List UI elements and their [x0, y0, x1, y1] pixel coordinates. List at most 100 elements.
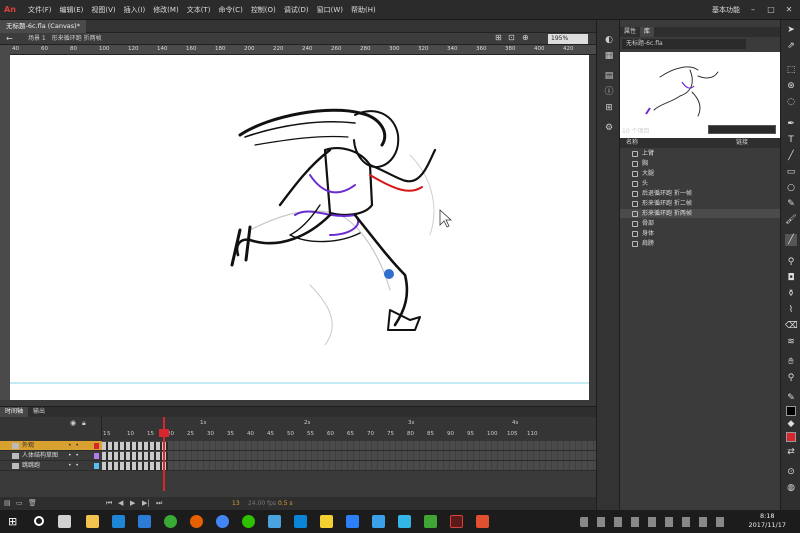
library-item[interactable]: 头 [620, 179, 780, 188]
prev-frame-icon[interactable]: ◀ [118, 499, 123, 507]
eye-icon[interactable]: ◉ [70, 419, 76, 427]
library-item[interactable]: 形来循环跑 折两帧 [620, 209, 780, 218]
stage-vertical-scrollbar[interactable] [589, 55, 596, 400]
next-frame-icon[interactable]: ▶| [142, 499, 150, 507]
layer-visibility-toggle[interactable]: • • [68, 451, 79, 461]
bone-tool-icon[interactable]: ⚲ [785, 256, 797, 268]
layer-row[interactable]: 外观 • • [0, 441, 102, 451]
zoom-tool-icon[interactable]: ⚲ [785, 372, 797, 384]
library-item[interactable]: 后退循环跑 折一帧 [620, 189, 780, 198]
maximize-icon[interactable]: □ [766, 5, 776, 15]
menu-item[interactable]: 文件(F) [24, 0, 56, 20]
brush-tool-icon[interactable]: 🖌︎ [785, 214, 797, 226]
brush-mode-icon[interactable]: ◍ [785, 482, 797, 494]
edit-symbol-icon[interactable]: ⊡ [508, 33, 515, 42]
document-tab[interactable]: 无标题-6c.fla (Canvas)* [0, 20, 86, 33]
menu-item[interactable]: 调试(D) [280, 0, 313, 20]
search-icon[interactable] [34, 516, 44, 526]
layer-row[interactable]: 人体结构草图 • • [0, 451, 102, 461]
column-name[interactable]: 名称 [626, 138, 638, 148]
layer-color-swatch[interactable] [94, 453, 99, 459]
explorer-icon[interactable] [86, 515, 99, 528]
lasso-tool-icon[interactable]: ◌ [785, 96, 797, 108]
text-tool-icon[interactable]: T [785, 134, 797, 146]
menu-item[interactable]: 插入(I) [120, 0, 150, 20]
eraser-tool-icon[interactable]: ⌫ [785, 320, 798, 332]
snap-icon[interactable]: ⊙ [785, 466, 797, 478]
pen-tool-icon[interactable]: ✒ [785, 118, 797, 130]
library-item[interactable]: 上臂 [620, 149, 780, 158]
current-frame[interactable]: 13 [232, 500, 240, 507]
selection-tool-icon[interactable]: ➤ [785, 24, 797, 36]
fill-color-swatch[interactable] [786, 432, 796, 442]
app-flower-icon[interactable] [372, 515, 385, 528]
eyedropper-icon[interactable]: ⌇ [785, 304, 797, 316]
delete-layer-icon[interactable]: 🗑︎ [28, 499, 37, 507]
back-arrow-icon[interactable]: ← [6, 34, 13, 43]
tab-library[interactable]: 库 [640, 27, 655, 37]
oval-tool-icon[interactable]: ○ [785, 182, 797, 194]
notes-icon[interactable] [320, 515, 333, 528]
minimize-icon[interactable]: – [748, 5, 758, 15]
layer-color-swatch[interactable] [94, 463, 99, 469]
layer-name[interactable]: 外观 [22, 442, 34, 449]
library-item[interactable]: 骨部 [620, 219, 780, 228]
animate-taskbar-icon[interactable] [450, 515, 463, 528]
wechat-icon[interactable] [242, 515, 255, 528]
paint-bucket-icon[interactable]: ◘ [785, 272, 797, 284]
layer-row[interactable]: 跳跳跑 • • [0, 461, 102, 471]
column-linkage[interactable]: 链接 [736, 138, 748, 148]
align-icon[interactable]: ▤ [603, 70, 615, 82]
menu-item[interactable]: 控制(O) [247, 0, 280, 20]
menu-item[interactable]: 帮助(H) [347, 0, 380, 20]
paint-brush-icon[interactable]: ╱ [785, 234, 797, 246]
chrome-icon[interactable] [216, 515, 229, 528]
layer-name[interactable]: 人体结构草图 [22, 452, 58, 459]
menu-item[interactable]: 视图(V) [87, 0, 119, 20]
pencil-tool-icon[interactable]: ✎ [785, 198, 797, 210]
rectangle-tool-icon[interactable]: ▭ [785, 166, 797, 178]
menu-item[interactable]: 文本(T) [183, 0, 215, 20]
new-layer-icon[interactable]: ▤ [4, 499, 11, 507]
transform-icon[interactable]: ⊞ [603, 102, 615, 114]
layer-color-swatch[interactable] [94, 443, 99, 449]
layer-frames[interactable] [102, 451, 596, 461]
zoom-select[interactable]: 195% [548, 34, 588, 44]
app-red-icon[interactable] [476, 515, 489, 528]
menu-item[interactable]: 窗口(W) [313, 0, 347, 20]
playhead[interactable] [159, 417, 169, 491]
frame-rate[interactable]: 24.00 fps [248, 500, 276, 507]
system-clock[interactable]: 8:18 2017/11/17 [749, 512, 786, 530]
stage-canvas[interactable] [10, 55, 589, 400]
layer-visibility-toggle[interactable]: • • [68, 441, 79, 451]
library-item[interactable]: 身体 [620, 229, 780, 238]
3d-rotation-icon[interactable]: ⊛ [785, 80, 797, 92]
lock-icon[interactable]: 🔒︎ [82, 419, 86, 428]
keyframes[interactable] [102, 452, 168, 460]
bone-joint-marker[interactable] [384, 269, 394, 279]
swatches-icon[interactable]: ▦ [603, 50, 615, 62]
library-search-input[interactable] [708, 125, 776, 134]
keyframes[interactable] [102, 442, 168, 450]
layer-visibility-toggle[interactable]: • • [68, 461, 79, 471]
close-icon[interactable]: ✕ [784, 5, 794, 15]
components-icon[interactable]: ⚙ [603, 122, 615, 134]
layer-frames[interactable] [102, 461, 596, 471]
stroke-color-icon[interactable]: ✎ [785, 392, 797, 404]
breadcrumb-symbol[interactable]: 形来循环跑 折两帧 [52, 33, 102, 45]
app-u-icon[interactable] [346, 515, 359, 528]
camtasia-icon[interactable] [424, 515, 437, 528]
menu-item[interactable]: 编辑(E) [56, 0, 88, 20]
library-document-select[interactable]: 无标题-6c.fla [622, 39, 746, 49]
color-panel-icon[interactable]: ◐ [603, 34, 615, 46]
info-icon[interactable]: ⓘ [603, 86, 615, 98]
firefox-icon[interactable] [190, 515, 203, 528]
layer-frames[interactable] [102, 441, 596, 451]
menu-item[interactable]: 命令(C) [214, 0, 246, 20]
edge-icon[interactable] [138, 515, 151, 528]
first-frame-icon[interactable]: ⏮ [106, 499, 112, 508]
last-frame-icon[interactable]: ⏭ [156, 499, 162, 508]
new-folder-icon[interactable]: ▭ [16, 499, 23, 507]
play-icon[interactable]: ▶ [130, 499, 135, 507]
tray-icons[interactable] [580, 517, 730, 527]
